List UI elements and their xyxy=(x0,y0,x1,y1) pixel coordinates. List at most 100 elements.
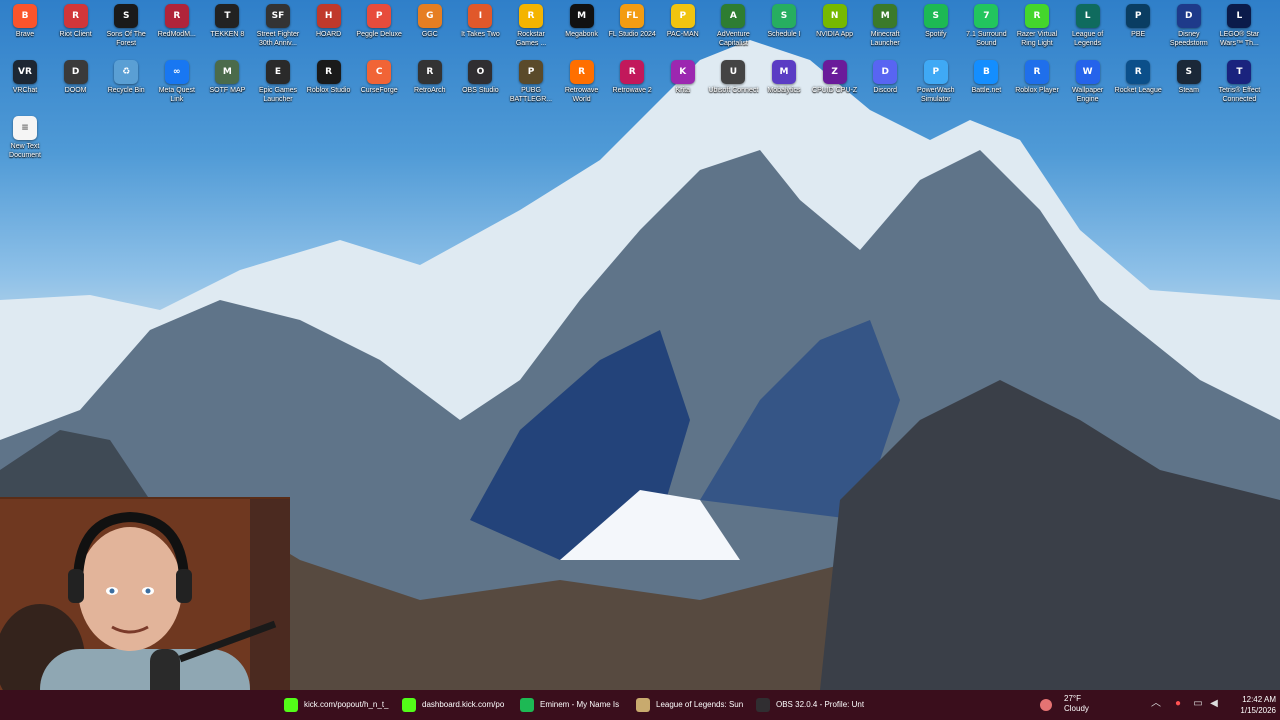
desktop-icon[interactable]: Z CPUID CPU-Z xyxy=(810,60,860,95)
desktop-icon[interactable]: B Battle.net xyxy=(961,60,1011,95)
desktop-icon-label: Brave xyxy=(15,31,35,38)
taskbar-app[interactable]: League of Legends: Sun xyxy=(636,690,748,720)
desktop-icon[interactable]: C CurseForge xyxy=(354,60,404,95)
desktop-icon[interactable]: H HOARD xyxy=(304,4,354,39)
clock-date: 1/15/2026 xyxy=(1240,706,1276,715)
desktop-icon-label: PAC-MAN xyxy=(666,31,699,38)
desktop-icon[interactable]: S Schedule I xyxy=(759,4,809,39)
notification-icon[interactable]: ● xyxy=(1172,698,1184,710)
taskbar-app[interactable]: dashboard.kick.com/po xyxy=(402,690,514,720)
desktop-icon[interactable]: P PUBG BATTLEGR... xyxy=(506,60,556,104)
chevron-up-icon[interactable]: ︿ xyxy=(1150,698,1162,710)
desktop-icon-label: LEGO® Star Wars™ Th... xyxy=(1219,31,1260,47)
desktop-icon[interactable]: M SOTF MAP xyxy=(202,60,252,95)
desktop-icon[interactable]: P PAC-MAN xyxy=(658,4,708,39)
desktop-icon[interactable]: D DOOM xyxy=(51,60,101,95)
desktop-icon[interactable]: SF Street Fighter 30th Anniv... xyxy=(253,4,303,48)
desktop-icon-label: League of Legends xyxy=(1072,31,1104,47)
desktop-icon[interactable]: K Krita xyxy=(658,60,708,95)
desktop-icon[interactable]: A AdVenture Capitalist xyxy=(708,4,758,48)
desktop-icon[interactable]: R Rocket League xyxy=(1113,60,1163,95)
desktop-icon-label: Peggle Deluxe xyxy=(356,31,402,38)
desktop-icon[interactable]: R Riot Client xyxy=(51,4,101,39)
desktop-icon[interactable]: R RedModM... xyxy=(152,4,202,39)
app-icon: R xyxy=(519,4,543,28)
desktop-icon[interactable]: L LEGO® Star Wars™ Th... xyxy=(1214,4,1264,48)
taskbar-app-label: OBS 32.0.4 - Profile: Unt xyxy=(776,700,865,709)
desktop-icon[interactable]: R Rockstar Games ... xyxy=(506,4,556,48)
clock[interactable]: 12:42 AM 1/15/2026 xyxy=(1224,694,1276,716)
app-icon xyxy=(284,697,298,712)
desktop-icon[interactable]: ♻ Recycle Bin xyxy=(101,60,151,95)
desktop-icon[interactable]: G GGC xyxy=(405,4,455,39)
app-icon: R xyxy=(63,4,88,28)
desktop-icon[interactable]: E Epic Games Launcher xyxy=(253,60,303,104)
taskbar-app[interactable]: kick.com/popout/h_n_t_ xyxy=(284,690,396,720)
app-icon: S xyxy=(923,4,948,28)
app-icon: FL xyxy=(620,4,645,28)
desktop-icon-label: Riot Client xyxy=(59,31,92,38)
desktop-icon[interactable]: D Discord xyxy=(860,60,910,95)
app-icon: R xyxy=(1025,4,1049,28)
weather-widget[interactable] xyxy=(1040,690,1058,720)
desktop-icon[interactable]: P Peggle Deluxe xyxy=(354,4,404,39)
app-icon: G xyxy=(417,4,442,28)
app-icon: W xyxy=(1075,60,1100,84)
webcam-overlay xyxy=(0,497,290,720)
desktop-icon[interactable]: R Roblox Player xyxy=(1012,60,1062,95)
desktop-icon-label: Epic Games Launcher xyxy=(258,87,298,103)
desktop-icon-label: PBE xyxy=(1131,31,1146,38)
app-icon: U xyxy=(721,60,746,84)
desktop-icon[interactable]: S Spotify xyxy=(911,4,961,39)
app-icon: D xyxy=(1176,4,1201,28)
desktop-icon[interactable]: R RetroArch xyxy=(405,60,455,95)
desktop-icon[interactable]: O OBS Studio xyxy=(455,60,505,95)
desktop-icon-label: New Text Document xyxy=(9,143,41,159)
desktop-icon[interactable]: N NVIDIA App xyxy=(810,4,860,39)
app-icon: P xyxy=(670,4,695,28)
desktop-icon-label: Minecraft Launcher xyxy=(870,31,900,47)
desktop-icon[interactable]: R Roblox Studio xyxy=(304,60,354,95)
app-icon: P xyxy=(367,4,392,28)
desktop-icon-label: Rockstar Games ... xyxy=(515,31,547,47)
desktop-icon[interactable]: M Mobalytics xyxy=(759,60,809,95)
network-icon[interactable]: ▭ xyxy=(1192,698,1204,710)
desktop-icon[interactable]: B Brave xyxy=(0,4,50,39)
desktop-icon-label: DOOM xyxy=(64,87,87,94)
desktop-icon-label: Krita xyxy=(675,87,690,94)
desktop-icon[interactable]: W Wallpaper Engine xyxy=(1063,60,1113,104)
desktop-icon[interactable]: M Megabonk xyxy=(557,4,607,39)
desktop-icon[interactable]: ∞ Meta Quest Link xyxy=(152,60,202,104)
desktop-icon[interactable]: L League of Legends xyxy=(1063,4,1113,48)
desktop-icon-label: GGC xyxy=(421,31,438,38)
desktop-icon[interactable]: S Sons Of The Forest xyxy=(101,4,151,48)
taskbar-app[interactable]: OBS 32.0.4 - Profile: Unt xyxy=(756,690,868,720)
desktop-icon[interactable]: R Retrowave 2 xyxy=(607,60,657,95)
desktop-icon[interactable]: D Disney Speedstorm xyxy=(1164,4,1214,48)
taskbar-app-label: kick.com/popout/h_n_t_ xyxy=(304,700,389,709)
desktop-icon[interactable]: P PowerWash Simulator xyxy=(911,60,961,104)
desktop-icon[interactable]: T Tetris® Effect Connected xyxy=(1214,60,1264,104)
desktop-icon[interactable]: 7 7.1 Surround Sound xyxy=(961,4,1011,48)
app-icon: B xyxy=(13,4,37,28)
desktop-icon-label: RedModM... xyxy=(157,31,196,38)
app-icon: SF xyxy=(266,4,290,28)
desktop-icon[interactable]: M Minecraft Launcher xyxy=(860,4,910,48)
desktop-icon[interactable]: ≡ New Text Document xyxy=(0,116,50,160)
desktop-icon-label: Disney Speedstorm xyxy=(1169,31,1208,47)
volume-icon[interactable]: ◀ xyxy=(1208,698,1220,710)
desktop-icon[interactable]: T TEKKEN 8 xyxy=(202,4,252,39)
desktop-icon[interactable]: P PBE xyxy=(1113,4,1163,39)
desktop-icon[interactable]: U Ubisoft Connect xyxy=(708,60,758,95)
taskbar-app[interactable]: Eminem - My Name Is xyxy=(520,690,632,720)
desktop-icon[interactable]: S Steam xyxy=(1164,60,1214,95)
desktop-icon[interactable]: I It Takes Two xyxy=(455,4,505,39)
app-icon: P xyxy=(923,60,948,84)
desktop-icon-label: HOARD xyxy=(315,31,342,38)
desktop-icon-label: TEKKEN 8 xyxy=(210,31,245,38)
desktop-icon[interactable]: R Razer Virtual Ring Light xyxy=(1012,4,1062,48)
app-icon: 7 xyxy=(974,4,999,28)
desktop-icon[interactable]: R Retrowave World xyxy=(557,60,607,104)
desktop-icon[interactable]: VR VRChat xyxy=(0,60,50,95)
desktop-icon[interactable]: FL FL Studio 2024 xyxy=(607,4,657,39)
